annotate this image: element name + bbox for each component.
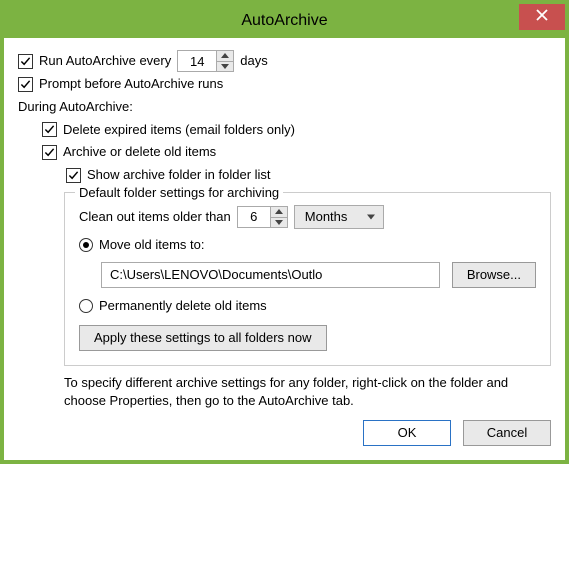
fieldset-legend: Default folder settings for archiving xyxy=(75,183,283,204)
delete-expired-row: Delete expired items (email folders only… xyxy=(18,120,551,141)
archive-path-input[interactable] xyxy=(101,262,440,288)
clean-out-spinner xyxy=(237,206,288,228)
run-every-label-suffix: days xyxy=(240,51,267,72)
move-to-row: Move old items to: xyxy=(79,235,536,256)
clean-out-label: Clean out items older than xyxy=(79,207,231,228)
clean-out-input[interactable] xyxy=(237,206,271,228)
autoarchive-dialog: AutoArchive Run AutoArchive every days xyxy=(0,0,569,464)
delete-expired-checkbox[interactable] xyxy=(42,122,57,137)
clean-out-row: Clean out items older than Months xyxy=(79,205,536,229)
perm-delete-label: Permanently delete old items xyxy=(99,296,267,317)
select-value: Months xyxy=(305,207,348,228)
run-every-input[interactable] xyxy=(177,50,217,72)
spinner-up-button[interactable] xyxy=(217,51,233,61)
archive-old-label: Archive or delete old items xyxy=(63,142,216,163)
checkmark-icon xyxy=(68,170,79,181)
archive-old-checkbox[interactable] xyxy=(42,145,57,160)
default-folder-fieldset: Default folder settings for archiving Cl… xyxy=(64,192,551,366)
checkmark-icon xyxy=(44,147,55,158)
prompt-checkbox[interactable] xyxy=(18,77,33,92)
chevron-down-icon xyxy=(275,220,283,225)
chevron-up-icon xyxy=(221,53,229,58)
ok-button[interactable]: OK xyxy=(363,420,451,446)
archive-old-row: Archive or delete old items xyxy=(18,142,551,163)
move-to-label: Move old items to: xyxy=(99,235,205,256)
prompt-row: Prompt before AutoArchive runs xyxy=(18,74,551,95)
move-to-radio[interactable] xyxy=(79,238,93,252)
spinner-up-button[interactable] xyxy=(271,207,287,217)
dialog-content: Run AutoArchive every days Prompt before… xyxy=(4,38,565,460)
apply-all-row: Apply these settings to all folders now xyxy=(79,325,536,351)
spinner-buttons xyxy=(217,50,234,72)
cancel-button[interactable]: Cancel xyxy=(463,420,551,446)
chevron-up-icon xyxy=(275,209,283,214)
window-title: AutoArchive xyxy=(241,12,327,30)
run-every-checkbox[interactable] xyxy=(18,54,33,69)
checkmark-icon xyxy=(20,79,31,90)
note-text: To specify different archive settings fo… xyxy=(64,374,551,410)
spinner-down-button[interactable] xyxy=(271,217,287,227)
clean-out-unit-select[interactable]: Months xyxy=(294,205,384,229)
checkmark-icon xyxy=(20,56,31,67)
close-button[interactable] xyxy=(519,4,565,30)
close-icon xyxy=(536,9,548,21)
prompt-label: Prompt before AutoArchive runs xyxy=(39,74,223,95)
during-label: During AutoArchive: xyxy=(18,97,551,118)
browse-button[interactable]: Browse... xyxy=(452,262,536,288)
perm-delete-radio[interactable] xyxy=(79,299,93,313)
titlebar: AutoArchive xyxy=(4,4,565,38)
show-folder-checkbox[interactable] xyxy=(66,168,81,183)
path-row: Browse... xyxy=(101,262,536,288)
run-every-label-prefix: Run AutoArchive every xyxy=(39,51,171,72)
radio-dot-icon xyxy=(83,242,89,248)
apply-all-button[interactable]: Apply these settings to all folders now xyxy=(79,325,327,351)
spinner-down-button[interactable] xyxy=(217,61,233,71)
chevron-down-icon xyxy=(221,64,229,69)
run-every-spinner xyxy=(177,50,234,72)
run-every-row: Run AutoArchive every days xyxy=(18,50,551,72)
dialog-buttons: OK Cancel xyxy=(18,420,551,446)
spinner-buttons xyxy=(271,206,288,228)
checkmark-icon xyxy=(44,124,55,135)
delete-expired-label: Delete expired items (email folders only… xyxy=(63,120,295,141)
perm-delete-row: Permanently delete old items xyxy=(79,296,536,317)
